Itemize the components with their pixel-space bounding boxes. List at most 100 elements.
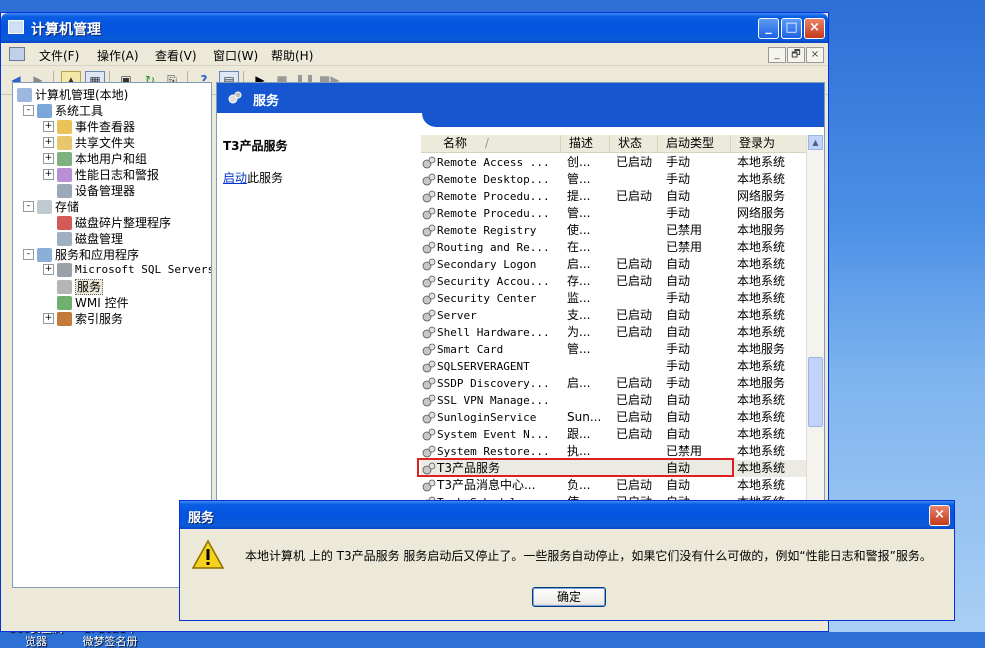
service-name: SSL VPN Manage... bbox=[437, 394, 550, 407]
service-startup-type: 已禁用 bbox=[666, 223, 703, 237]
dialog-message: 本地计算机 上的 T3产品服务 服务启动后又停止了。一些服务自动停止，如果它们没… bbox=[245, 549, 932, 563]
tree-item[interactable]: - 服务和应用程序 bbox=[23, 246, 139, 262]
service-startup-type: 已禁用 bbox=[666, 240, 703, 254]
tree-item[interactable]: - 系统工具 bbox=[23, 102, 103, 118]
tree-item[interactable]: 设备管理器 bbox=[43, 182, 135, 198]
service-status bbox=[616, 171, 658, 188]
table-row[interactable]: Remote Desktop... 管... 手动 本地系统 bbox=[421, 171, 812, 188]
service-name: Remote Access ... bbox=[437, 156, 550, 169]
service-status: 已启动 bbox=[616, 257, 653, 271]
service-name: Secondary Logon bbox=[437, 258, 537, 271]
service-status: 已启动 bbox=[616, 325, 653, 339]
table-row[interactable]: SQLSERVERAGENT 手动 本地系统 bbox=[421, 358, 812, 375]
tree-item[interactable]: 服务 bbox=[43, 278, 104, 295]
scroll-up-button[interactable]: ▲ bbox=[808, 135, 823, 150]
column-name[interactable]: 名称 / bbox=[437, 135, 561, 152]
service-gear-icon bbox=[422, 190, 436, 203]
expand-icon[interactable]: + bbox=[43, 169, 54, 180]
tree-node-icon bbox=[37, 199, 52, 214]
tree-root[interactable]: 计算机管理(本地) bbox=[17, 86, 128, 102]
ok-button[interactable]: 确定 bbox=[532, 587, 606, 607]
table-row[interactable]: Security Center 监... 手动 本地系统 bbox=[421, 290, 812, 307]
dialog-title-bar[interactable]: 服务 × bbox=[180, 501, 954, 529]
scroll-thumb[interactable] bbox=[808, 357, 823, 427]
mdi-restore-button[interactable]: 🗗 bbox=[787, 47, 805, 63]
start-link-suffix: 此服务 bbox=[247, 171, 284, 185]
table-row[interactable]: Routing and Re... 在... 已禁用 本地系统 bbox=[421, 239, 812, 256]
menu-file[interactable]: 文件(F) bbox=[39, 47, 79, 64]
collapse-icon[interactable]: - bbox=[23, 105, 34, 116]
table-row[interactable]: Shell Hardware... 为... 已启动 自动 本地系统 bbox=[421, 324, 812, 341]
pane-header: 服务 bbox=[217, 83, 824, 113]
service-name: Security Center bbox=[437, 292, 537, 305]
tree-item[interactable]: WMI 控件 bbox=[43, 294, 129, 310]
table-row[interactable]: SunloginService Sun... 已启动 自动 本地系统 bbox=[421, 409, 812, 426]
table-row[interactable]: Security Accou... 存... 已启动 自动 本地系统 bbox=[421, 273, 812, 290]
service-status: 已启动 bbox=[616, 376, 653, 390]
tree-item[interactable]: + 共享文件夹 bbox=[43, 134, 135, 150]
service-name: Remote Procedu... bbox=[437, 190, 550, 203]
collapse-icon[interactable]: - bbox=[23, 249, 34, 260]
tree-item[interactable]: 磁盘碎片整理程序 bbox=[43, 214, 171, 230]
service-name: SSDP Discovery... bbox=[437, 377, 550, 390]
service-gear-icon bbox=[422, 241, 436, 254]
tree-item[interactable]: + Microsoft SQL Servers bbox=[43, 262, 211, 278]
service-logon-as: 本地系统 bbox=[737, 274, 786, 288]
table-row[interactable]: Remote Access ... 创... 已启动 手动 本地系统 bbox=[421, 154, 812, 171]
table-row[interactable]: System Event N... 跟... 已启动 自动 本地系统 bbox=[421, 426, 812, 443]
tree-label: 性能日志和警报 bbox=[75, 168, 160, 182]
console-icon[interactable] bbox=[9, 47, 25, 61]
table-row[interactable]: T3产品消息中心... 负... 已启动 自动 本地系统 bbox=[421, 477, 812, 494]
tree-node-icon bbox=[57, 119, 72, 134]
tree-item[interactable]: + 索引服务 bbox=[43, 310, 123, 326]
minimize-button[interactable]: _ bbox=[758, 18, 779, 39]
close-button[interactable]: × bbox=[804, 18, 825, 39]
column-logon-as[interactable]: 登录为 bbox=[731, 135, 812, 152]
expand-icon[interactable]: + bbox=[43, 264, 54, 275]
service-logon-as: 本地系统 bbox=[737, 172, 786, 186]
column-status[interactable]: 状态 bbox=[610, 135, 658, 152]
menu-view[interactable]: 查看(V) bbox=[155, 47, 197, 64]
table-row[interactable]: Remote Registry 使... 已禁用 本地服务 bbox=[421, 222, 812, 239]
service-name: Remote Registry bbox=[437, 224, 537, 237]
service-logon-as: 本地系统 bbox=[737, 427, 786, 441]
service-gear-icon bbox=[422, 207, 436, 220]
mdi-controls: _ 🗗 × bbox=[767, 46, 824, 63]
service-description: 监... bbox=[567, 291, 591, 305]
tree-label: 存储 bbox=[55, 200, 80, 214]
table-row[interactable]: Server 支... 已启动 自动 本地系统 bbox=[421, 307, 812, 324]
title-bar[interactable]: 计算机管理 _ □ × bbox=[1, 13, 828, 43]
maximize-button[interactable]: □ bbox=[781, 18, 802, 39]
table-row[interactable]: Remote Procedu... 提... 已启动 自动 网络服务 bbox=[421, 188, 812, 205]
mdi-close-button[interactable]: × bbox=[806, 47, 824, 63]
tree-item[interactable]: 磁盘管理 bbox=[43, 230, 123, 246]
service-startup-type: 手动 bbox=[666, 359, 691, 373]
tree-label: 共享文件夹 bbox=[75, 136, 136, 150]
mdi-minimize-button[interactable]: _ bbox=[768, 47, 786, 63]
collapse-icon[interactable]: - bbox=[23, 201, 34, 212]
tree-item[interactable]: + 事件查看器 bbox=[43, 118, 135, 134]
column-description[interactable]: 描述 bbox=[561, 135, 610, 152]
dialog-close-button[interactable]: × bbox=[929, 505, 950, 526]
table-row[interactable]: Remote Procedu... 管... 手动 网络服务 bbox=[421, 205, 812, 222]
table-row[interactable]: SSL VPN Manage... 已启动 自动 本地系统 bbox=[421, 392, 812, 409]
table-row[interactable]: Secondary Logon 启... 已启动 自动 本地系统 bbox=[421, 256, 812, 273]
tree-label: 服务和应用程序 bbox=[55, 248, 140, 262]
tree-item[interactable]: + 本地用户和组 bbox=[43, 150, 147, 166]
service-startup-type: 手动 bbox=[666, 342, 691, 356]
expand-icon[interactable]: + bbox=[43, 313, 54, 324]
service-gear-icon bbox=[422, 343, 436, 356]
column-startup-type[interactable]: 启动类型 bbox=[658, 135, 731, 152]
menu-window[interactable]: 窗口(W) bbox=[213, 47, 258, 64]
tree-label: 本地用户和组 bbox=[75, 152, 148, 166]
menu-help[interactable]: 帮助(H) bbox=[271, 47, 313, 64]
tree-item[interactable]: + 性能日志和警报 bbox=[43, 166, 159, 182]
expand-icon[interactable]: + bbox=[43, 137, 54, 148]
table-row[interactable]: SSDP Discovery... 启... 已启动 手动 本地服务 bbox=[421, 375, 812, 392]
expand-icon[interactable]: + bbox=[43, 121, 54, 132]
tree-item[interactable]: - 存储 bbox=[23, 198, 79, 214]
start-link[interactable]: 启动 bbox=[223, 171, 247, 185]
menu-action[interactable]: 操作(A) bbox=[97, 47, 139, 64]
table-row[interactable]: Smart Card 管... 手动 本地服务 bbox=[421, 341, 812, 358]
expand-icon[interactable]: + bbox=[43, 153, 54, 164]
